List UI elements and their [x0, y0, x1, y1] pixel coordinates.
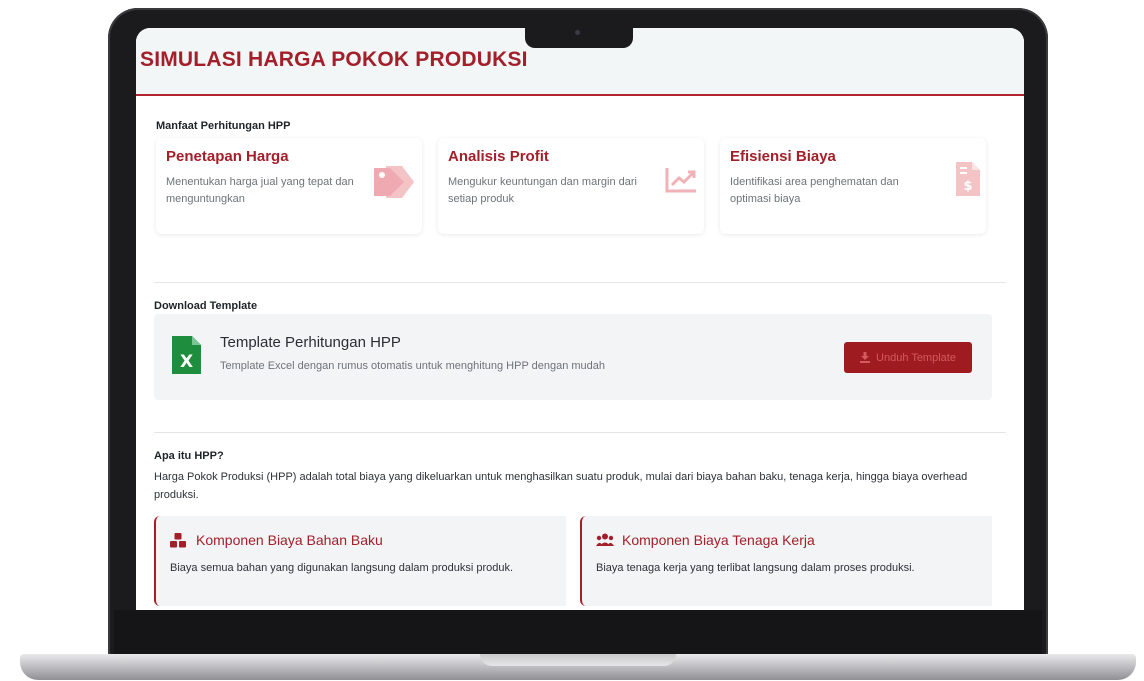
benefit-card-efficiency: Efisiensi Biaya Identifikasi area penghe… [720, 138, 986, 234]
svg-text:X: X [180, 352, 193, 372]
component-card-materials: Komponen Biaya Bahan Baku Biaya semua ba… [154, 516, 566, 606]
svg-text:$: $ [963, 179, 972, 194]
tags-icon [374, 166, 414, 198]
laptop-notch [525, 26, 633, 48]
laptop-base-notch [480, 654, 676, 666]
benefit-desc: Mengukur keuntungan dan margin dari seti… [448, 176, 637, 205]
download-section-label: Download Template [154, 300, 258, 312]
component-title: Komponen Biaya Tenaga Kerja [622, 532, 815, 548]
camera-icon [575, 30, 580, 35]
download-template-button[interactable]: Unduh Template [844, 342, 972, 373]
benefit-desc: Identifikasi area penghematan dan optima… [730, 176, 899, 205]
benefit-title: Penetapan Harga [166, 148, 289, 165]
invoice-dollar-icon: $ [956, 162, 980, 196]
download-button-label: Unduh Template [876, 351, 956, 364]
component-desc: Biaya tenaga kerja yang terlibat langsun… [596, 562, 915, 574]
benefit-card-profit: Analisis Profit Mengukur keuntungan dan … [438, 138, 704, 234]
template-card: X Template Perhitungan HPP Template Exce… [154, 314, 992, 400]
benefit-desc: Menentukan harga jual yang tepat dan men… [166, 176, 354, 205]
download-icon [860, 352, 871, 363]
cubes-icon [170, 533, 186, 548]
benefits-section-label: Manfaat Perhitungan HPP [156, 120, 291, 132]
benefit-card-pricing: Penetapan Harga Menentukan harga jual ya… [156, 138, 422, 234]
page-title: SIMULASI HARGA POKOK PRODUKSI [140, 48, 528, 71]
component-desc: Biaya semua bahan yang digunakan langsun… [170, 562, 514, 574]
template-desc: Template Excel dengan rumus otomatis unt… [220, 360, 606, 372]
laptop-base [20, 654, 1136, 680]
excel-file-icon: X [172, 336, 201, 374]
component-card-labor: Komponen Biaya Tenaga Kerja Biaya tenaga… [580, 516, 992, 606]
section-divider [154, 432, 1006, 433]
users-icon [596, 533, 614, 546]
chart-line-icon [665, 168, 696, 193]
about-description: Harga Pokok Produksi (HPP) adalah total … [154, 471, 968, 501]
screen: SIMULASI HARGA POKOK PRODUKSI Manfaat Pe… [136, 28, 1024, 610]
component-title: Komponen Biaya Bahan Baku [196, 532, 383, 548]
template-title: Template Perhitungan HPP [220, 334, 401, 351]
benefit-title: Efisiensi Biaya [730, 148, 836, 165]
section-divider [154, 282, 1006, 283]
benefit-title: Analisis Profit [448, 148, 549, 165]
about-section-label: Apa itu HPP? [154, 450, 224, 462]
laptop-bottom-bezel [114, 610, 1042, 654]
